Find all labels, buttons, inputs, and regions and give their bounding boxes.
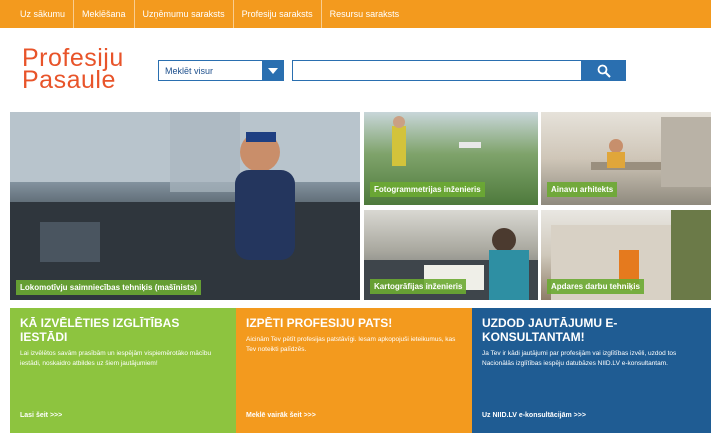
search-input[interactable] (292, 60, 582, 81)
box-text: Ja Tev ir kādi jautājumi par profesijām … (482, 350, 677, 367)
tile-label: Apdares darbu tehniķis (547, 279, 644, 294)
tile-label: Fotogrammetrijas inženieris (370, 182, 485, 197)
search-scope-value: Meklēt visur (165, 65, 214, 76)
chevron-down-icon (262, 60, 284, 81)
tile-photogrammetry-engineer[interactable]: Fotogrammetrijas inženieris (364, 112, 538, 205)
search-button[interactable] (582, 60, 626, 81)
box-title: Izpēti profesiju pats! (246, 316, 393, 330)
info-box-ask-consultant: Uzdod jautājumu e-konsultantam! Ja Tev i… (472, 308, 711, 433)
box-link[interactable]: Lasi šeit >>> (20, 412, 62, 419)
tile-label: Kartogrāfijas inženieris (370, 279, 467, 294)
box-title: Kā izvēlēties izglītības iestādi (20, 316, 180, 344)
tile-cartography-engineer[interactable]: Kartogrāfijas inženieris (364, 210, 538, 300)
tile-label: Ainavu arhitekts (547, 182, 618, 197)
box-text: Aicinām Tev pētīt profesijas patstāvīgi.… (246, 336, 456, 353)
box-link[interactable]: Meklē vairāk šeit >>> (246, 412, 316, 419)
tile-label: Lokomotīvju saimniecības tehniķis (mašīn… (16, 280, 201, 295)
top-navigation: Uz sākumu Meklēšana Uzņēmumu saraksts Pr… (0, 0, 711, 28)
info-box-explore-profession: Izpēti profesiju pats! Aicinām Tev pētīt… (236, 308, 472, 433)
search-scope-select[interactable]: Meklēt visur (158, 60, 284, 81)
tile-locomotive-technician[interactable]: Lokomotīvju saimniecības tehniķis (mašīn… (10, 112, 360, 300)
box-title: Uzdod jautājumu e-konsultantam! (482, 316, 618, 344)
tile-landscape-architect[interactable]: Ainavu arhitekts (541, 112, 711, 205)
nav-resources[interactable]: Resursu saraksts (322, 0, 408, 28)
nav-search[interactable]: Meklēšana (74, 0, 135, 28)
box-link[interactable]: Uz NIID.LV e-konsultācijām >>> (482, 412, 586, 419)
site-logo[interactable]: Profesiju Pasaule (22, 46, 124, 94)
tile-finishing-technician[interactable]: Apdares darbu tehniķis (541, 210, 711, 300)
nav-companies[interactable]: Uzņēmumu saraksts (135, 0, 234, 28)
nav-home[interactable]: Uz sākumu (12, 0, 75, 28)
search-icon (597, 64, 611, 78)
tile-illustration (10, 112, 360, 300)
nav-professions[interactable]: Profesiju saraksts (234, 0, 322, 28)
info-box-choose-school: Kā izvēlēties izglītības iestādi Lai izv… (10, 308, 236, 433)
logo-line-2: Pasaule (22, 66, 116, 94)
box-text: Lai izvēlētos savām prasībām un iespējām… (20, 350, 212, 367)
